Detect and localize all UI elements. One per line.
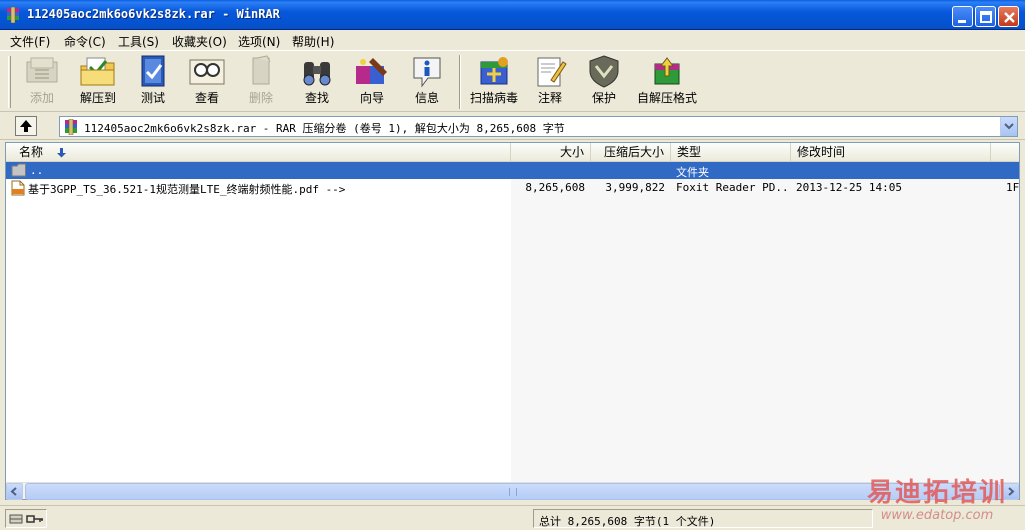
add-button[interactable]: 添加 xyxy=(16,53,68,109)
minimize-button[interactable] xyxy=(952,6,973,27)
protect-button[interactable]: 保护 xyxy=(580,53,628,109)
comment-icon xyxy=(537,57,567,87)
list-item-file[interactable]: 基于3GPP_TS_36.521-1规范测量LTE_终端射频性能.pdf -->… xyxy=(6,179,1019,196)
add-icon xyxy=(26,57,58,83)
find-button[interactable]: 查找 xyxy=(292,53,342,109)
menu-file[interactable]: 文件(F) xyxy=(8,32,52,51)
address-field[interactable]: 112405aoc2mk6o6vk2s8zk.rar - RAR 压缩分卷 (卷… xyxy=(59,116,1018,137)
column-packed[interactable]: 压缩后大小 xyxy=(591,143,671,162)
test-button[interactable]: 测试 xyxy=(128,53,178,109)
status-summary-panel: 总计 8,265,608 字节(1 个文件) xyxy=(533,509,873,528)
menu-bar: 文件(F) 命令(C) 工具(S) 收藏夹(O) 选项(N) 帮助(H) xyxy=(0,30,1025,50)
virus-scan-icon xyxy=(480,57,508,85)
drive-icon[interactable] xyxy=(9,513,23,525)
file-packed-size: 3,999,822 xyxy=(605,181,665,194)
list-body: .. 文件夹 基于3GPP_TS_36.521-1规范测量LTE_终端射频性能.… xyxy=(6,162,1019,482)
column-extra[interactable] xyxy=(991,143,1019,162)
sfx-button[interactable]: 自解压格式 xyxy=(634,53,700,109)
menu-favorites[interactable]: 收藏夹(O) xyxy=(170,32,229,51)
column-modified[interactable]: 修改时间 xyxy=(791,143,991,162)
archive-icon xyxy=(65,119,77,135)
folder-icon xyxy=(11,163,26,177)
file-size: 8,265,608 xyxy=(525,181,585,194)
menu-commands[interactable]: 命令(C) xyxy=(62,32,108,51)
watermark-cn-text: 易迪拓培训 xyxy=(866,478,1007,508)
column-header: 名称 大小 压缩后大小 类型 修改时间 xyxy=(6,143,1019,162)
toolbar: 添加 解压到 测试 查看 删除 查找 向导 信息 扫描病毒 注释 保护 自解压格… xyxy=(0,50,1025,112)
close-icon xyxy=(1004,12,1015,23)
sfx-icon xyxy=(654,57,680,85)
scroll-left-button[interactable] xyxy=(6,483,23,500)
watermark-url: www.edatop.com xyxy=(880,508,994,523)
sort-arrow-down-icon xyxy=(57,148,66,158)
key-icon[interactable] xyxy=(26,513,44,525)
up-folder-button[interactable] xyxy=(15,116,37,136)
file-modified: 2013-12-25 14:05 xyxy=(796,181,902,194)
extract-to-icon xyxy=(80,57,115,86)
info-icon xyxy=(413,57,441,88)
menu-options[interactable]: 选项(N) xyxy=(236,32,282,51)
minimize-icon xyxy=(958,20,966,23)
info-button[interactable]: 信息 xyxy=(402,53,452,109)
sorted-column-shade xyxy=(511,179,1019,482)
view-icon xyxy=(189,59,225,85)
toolbar-separator xyxy=(459,55,461,109)
scroll-thumb[interactable] xyxy=(25,483,1000,500)
chevron-left-icon xyxy=(10,487,17,496)
file-list[interactable]: 名称 大小 压缩后大小 类型 修改时间 .. 文件夹 基于3GPP_TS_36. xyxy=(5,142,1020,500)
shield-icon xyxy=(589,55,619,88)
chevron-down-icon xyxy=(1004,123,1014,130)
virus-scan-button[interactable]: 扫描病毒 xyxy=(466,53,522,109)
window-title: 112405aoc2mk6o6vk2s8zk.rar - WinRAR xyxy=(27,7,280,21)
column-name[interactable]: 名称 xyxy=(6,143,511,162)
column-size[interactable]: 大小 xyxy=(511,143,591,162)
wizard-button[interactable]: 向导 xyxy=(346,53,398,109)
binoculars-icon xyxy=(303,62,331,86)
delete-icon xyxy=(252,55,271,85)
file-extra: 1F xyxy=(1006,181,1019,194)
up-arrow-icon xyxy=(20,120,32,132)
view-button[interactable]: 查看 xyxy=(182,53,232,109)
toolbar-grip[interactable] xyxy=(8,56,11,108)
comment-button[interactable]: 注释 xyxy=(526,53,574,109)
status-icons xyxy=(5,509,47,528)
scroll-grip xyxy=(509,488,517,496)
title-bar[interactable]: 112405aoc2mk6o6vk2s8zk.rar - WinRAR xyxy=(0,0,1025,30)
column-type[interactable]: 类型 xyxy=(671,143,791,162)
file-name: .. xyxy=(30,164,44,177)
watermark: 易迪拓培训 www.edatop.com xyxy=(857,478,1017,528)
address-text: 112405aoc2mk6o6vk2s8zk.rar - RAR 压缩分卷 (卷… xyxy=(84,122,565,135)
extract-to-button[interactable]: 解压到 xyxy=(72,53,124,109)
pdf-file-icon xyxy=(11,180,25,196)
test-icon xyxy=(141,55,165,87)
address-dropdown-button[interactable] xyxy=(1000,117,1017,136)
menu-help[interactable]: 帮助(H) xyxy=(290,32,336,51)
list-item-parent-folder[interactable]: .. 文件夹 xyxy=(6,162,1019,179)
menu-tools[interactable]: 工具(S) xyxy=(116,32,161,51)
file-type: Foxit Reader PD... xyxy=(676,181,788,194)
wizard-icon xyxy=(356,58,387,84)
maximize-button[interactable] xyxy=(975,6,996,27)
delete-button[interactable]: 删除 xyxy=(236,53,286,109)
status-summary: 总计 8,265,608 字节(1 个文件) xyxy=(539,515,716,528)
file-name: 基于3GPP_TS_36.521-1规范测量LTE_终端射频性能.pdf --> xyxy=(28,183,346,196)
winrar-app-icon xyxy=(7,7,19,23)
maximize-icon xyxy=(980,11,992,23)
file-type: 文件夹 xyxy=(676,166,709,179)
close-button[interactable] xyxy=(998,6,1019,27)
address-bar: 112405aoc2mk6o6vk2s8zk.rar - RAR 压缩分卷 (卷… xyxy=(0,112,1025,140)
